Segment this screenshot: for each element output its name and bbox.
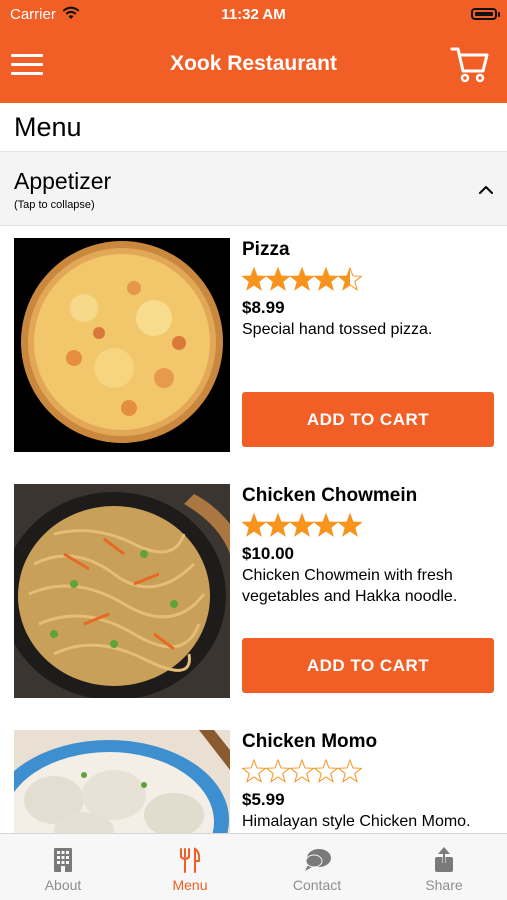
item-description: Special hand tossed pizza. <box>242 321 433 338</box>
star-outline <box>265 759 291 783</box>
item-price: $5.99 <box>242 790 285 809</box>
fork-knife-icon <box>127 846 253 874</box>
tab-bar: About Menu Contact Share <box>0 833 507 900</box>
tab-menu[interactable]: Menu <box>127 834 253 900</box>
stars-svg <box>242 759 362 783</box>
item-price: $10.00 <box>242 544 294 563</box>
item-name: Chicken Chowmein <box>242 485 418 506</box>
tab-about[interactable]: About <box>0 834 126 900</box>
rating-stars <box>242 759 362 785</box>
tab-contact[interactable]: Contact <box>254 834 380 900</box>
battery-icon <box>471 8 497 20</box>
app-header: Carrier 11:32 AM Xook Restaurant <box>0 0 507 103</box>
momo-photo <box>14 730 230 833</box>
tab-label: Contact <box>292 877 342 893</box>
add-to-cart-button[interactable]: ADD TO CART <box>242 638 494 693</box>
section-title: Appetizer <box>14 168 112 194</box>
pizza-photo <box>14 238 230 452</box>
status-time: 11:32 AM <box>221 6 286 23</box>
shopping-cart-icon[interactable] <box>450 44 490 84</box>
star-outline <box>242 759 267 783</box>
item-price: $8.99 <box>242 298 285 317</box>
tab-label: About <box>44 877 82 893</box>
tab-label: Share <box>425 877 463 893</box>
item-description: Chicken Chowmein with fresh vegetables a… <box>242 567 458 605</box>
chowmein-photo <box>14 484 230 698</box>
app-title: Xook Restaurant <box>170 52 337 75</box>
star-outline <box>313 759 339 783</box>
stars-svg <box>242 267 362 291</box>
item-name: Chicken Momo <box>242 731 378 752</box>
star-outline <box>337 759 362 783</box>
battery-tip <box>498 12 500 17</box>
page-title: Menu <box>14 112 82 142</box>
tab-share[interactable]: Share <box>381 834 507 900</box>
rating-stars <box>242 513 362 539</box>
add-to-cart-button[interactable]: ADD TO CART <box>242 392 494 447</box>
share-icon <box>381 846 507 874</box>
item-description: Himalayan style Chicken Momo. <box>242 813 471 830</box>
section-header-appetizer[interactable]: Appetizer (Tap to collapse) <box>0 151 507 226</box>
chevron-up-icon[interactable] <box>478 182 494 200</box>
item-name: Pizza <box>242 239 290 260</box>
stars-svg <box>242 513 362 537</box>
section-subtitle: (Tap to collapse) <box>14 199 95 211</box>
tab-label: Menu <box>172 877 208 893</box>
chat-bubble-icon <box>254 846 380 874</box>
building-icon <box>0 846 126 874</box>
star-outline <box>289 759 315 783</box>
rating-stars <box>242 267 362 293</box>
status-bar: Carrier 11:32 AM <box>0 0 507 30</box>
